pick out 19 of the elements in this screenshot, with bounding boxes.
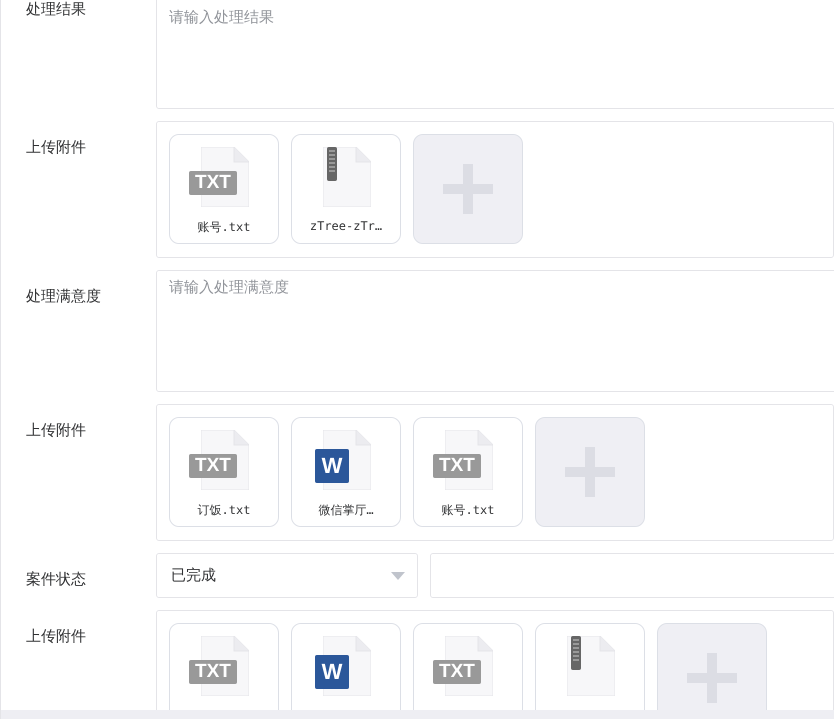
field-label: 上传附件 bbox=[25, 626, 87, 646]
field-label: 上传附件 bbox=[25, 137, 87, 157]
add-file-button[interactable] bbox=[657, 623, 767, 710]
file-card[interactable]: TXT 订饭.txt bbox=[169, 417, 279, 527]
field-label: 案件状态 bbox=[25, 569, 87, 589]
file-card[interactable]: W 微信掌厅… bbox=[291, 417, 401, 527]
add-file-button[interactable] bbox=[535, 417, 645, 527]
file-card[interactable]: zTree-zTr… bbox=[291, 134, 401, 244]
field-label: 处理结果 bbox=[25, 0, 87, 19]
input-field[interactable] bbox=[430, 553, 834, 598]
file-card[interactable]: TXT 账号.txt bbox=[169, 134, 279, 244]
add-file-button[interactable] bbox=[413, 134, 523, 244]
file-card[interactable]: TXT 账号.txt bbox=[413, 417, 523, 527]
field-label: 上传附件 bbox=[25, 420, 87, 440]
caret-icon bbox=[391, 572, 405, 580]
status-select[interactable]: 已完成 bbox=[156, 553, 418, 598]
text-area[interactable]: 请输入处理结果 bbox=[156, 0, 834, 109]
field-label: 处理满意度 bbox=[25, 286, 102, 306]
text-area[interactable]: 请输入处理满意度 bbox=[156, 270, 834, 392]
